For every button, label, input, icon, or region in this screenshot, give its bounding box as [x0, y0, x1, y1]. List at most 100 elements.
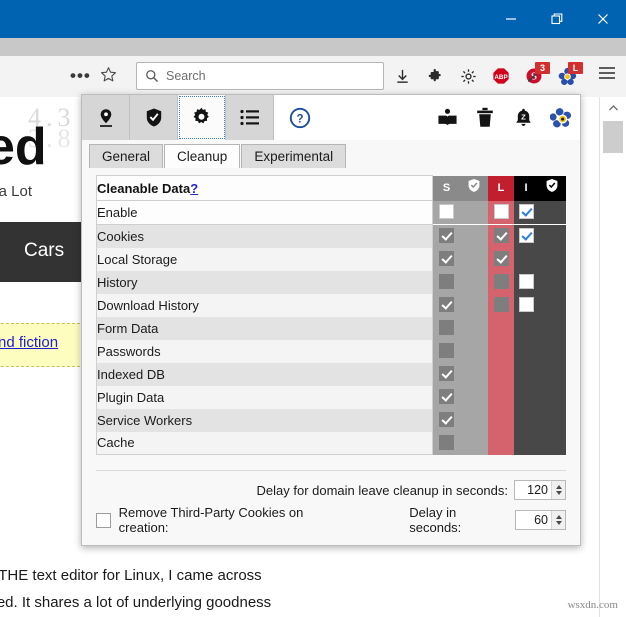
- cell-s-shield[interactable]: [460, 340, 488, 363]
- checkbox[interactable]: [494, 228, 509, 243]
- trash-can-icon[interactable]: [474, 107, 496, 128]
- cell-s[interactable]: [433, 294, 461, 317]
- cell-s-shield[interactable]: [460, 386, 488, 409]
- cell-l[interactable]: [488, 432, 514, 455]
- search-input[interactable]: Search: [166, 69, 206, 83]
- cell-s[interactable]: [433, 224, 461, 248]
- scrollbar-thumb[interactable]: [603, 121, 623, 153]
- checkbox[interactable]: [439, 274, 454, 289]
- cell-s-shield[interactable]: [460, 409, 488, 432]
- bell-snooze-icon[interactable]: Z: [512, 107, 534, 128]
- column-header-l[interactable]: L: [488, 176, 514, 201]
- cell-s-shield[interactable]: [460, 432, 488, 455]
- cell-s-shield[interactable]: [460, 317, 488, 340]
- domain-delay-value[interactable]: 120: [515, 483, 551, 497]
- downloads-icon[interactable]: [392, 65, 412, 87]
- cell-i-shield[interactable]: [538, 409, 566, 432]
- cell-l[interactable]: [488, 409, 514, 432]
- column-header-i[interactable]: I: [514, 176, 538, 201]
- checkbox[interactable]: [439, 389, 454, 404]
- checkbox[interactable]: [439, 228, 454, 243]
- cell-l[interactable]: [488, 248, 514, 271]
- page-actions-overflow-icon[interactable]: •••: [70, 66, 91, 86]
- scroll-up-arrow-icon[interactable]: [600, 97, 626, 119]
- page-note-link[interactable]: nd fiction: [0, 334, 58, 351]
- checkbox[interactable]: [519, 297, 534, 312]
- cell-s[interactable]: [433, 201, 461, 225]
- cell-l[interactable]: [488, 271, 514, 294]
- cell-s-shield[interactable]: [460, 294, 488, 317]
- cell-i-shield[interactable]: [538, 432, 566, 455]
- checkbox[interactable]: [494, 297, 509, 312]
- reading-list-book-icon[interactable]: [436, 108, 458, 128]
- checkbox[interactable]: [494, 204, 509, 219]
- checkbox[interactable]: [494, 251, 509, 266]
- cell-s[interactable]: [433, 248, 461, 271]
- cell-l[interactable]: [488, 317, 514, 340]
- cell-l[interactable]: [488, 340, 514, 363]
- checkbox[interactable]: [494, 274, 509, 289]
- cell-s[interactable]: [433, 271, 461, 294]
- cookie-autodelete-flower-icon[interactable]: L: [557, 65, 577, 87]
- scriptsafe-icon[interactable]: S 3: [524, 65, 544, 87]
- checkbox[interactable]: [439, 366, 454, 381]
- page-nav-item-cars[interactable]: Cars: [24, 240, 64, 262]
- cell-i[interactable]: [514, 317, 538, 340]
- extensions-puzzle-icon[interactable]: [425, 65, 445, 87]
- delay-value[interactable]: 60: [516, 513, 551, 527]
- cell-l[interactable]: [488, 386, 514, 409]
- close-button[interactable]: [580, 0, 626, 38]
- page-scrollbar[interactable]: [599, 97, 626, 617]
- search-bar[interactable]: Search: [136, 62, 384, 90]
- third-party-cookies-checkbox[interactable]: [96, 513, 111, 528]
- cell-s-shield[interactable]: [460, 224, 488, 248]
- cell-i[interactable]: [514, 340, 538, 363]
- cell-i-shield[interactable]: [538, 386, 566, 409]
- tab-general[interactable]: General: [89, 144, 163, 168]
- cell-l[interactable]: [488, 224, 514, 248]
- cell-i[interactable]: [514, 363, 538, 386]
- column-header-i-shield[interactable]: [538, 176, 566, 201]
- cell-i[interactable]: [514, 271, 538, 294]
- checkbox[interactable]: [439, 320, 454, 335]
- minimize-button[interactable]: [488, 0, 534, 38]
- delay-stepper[interactable]: 60: [515, 510, 566, 530]
- checkbox[interactable]: [519, 228, 534, 243]
- cell-s-shield[interactable]: [460, 271, 488, 294]
- settings-gear-icon[interactable]: [458, 65, 478, 87]
- cell-s-shield[interactable]: [460, 248, 488, 271]
- cell-i[interactable]: [514, 409, 538, 432]
- checkbox[interactable]: [439, 343, 454, 358]
- cell-s-shield[interactable]: [460, 363, 488, 386]
- column-header-s-shield[interactable]: [460, 176, 488, 201]
- popup-tab-list[interactable]: [226, 95, 274, 140]
- cell-i-shield[interactable]: [538, 340, 566, 363]
- checkbox[interactable]: [519, 204, 534, 219]
- domain-delay-stepper[interactable]: 120: [514, 480, 566, 500]
- chevron-up-icon[interactable]: [556, 485, 562, 489]
- checkbox[interactable]: [439, 251, 454, 266]
- popup-tab-shield[interactable]: [130, 95, 178, 140]
- cell-i-shield[interactable]: [538, 363, 566, 386]
- cell-i-shield[interactable]: [538, 271, 566, 294]
- cell-i-shield[interactable]: [538, 224, 566, 248]
- restore-button[interactable]: [534, 0, 580, 38]
- checkbox[interactable]: [439, 435, 454, 450]
- cell-i[interactable]: [514, 432, 538, 455]
- adblock-plus-icon[interactable]: ABP: [491, 65, 511, 87]
- cell-s[interactable]: [433, 317, 461, 340]
- chevron-up-icon[interactable]: [556, 515, 562, 519]
- domain-delay-arrows[interactable]: [551, 481, 565, 499]
- cell-s[interactable]: [433, 340, 461, 363]
- checkbox[interactable]: [439, 204, 454, 219]
- checkbox[interactable]: [439, 412, 454, 427]
- cell-s[interactable]: [433, 363, 461, 386]
- cell-l[interactable]: [488, 201, 514, 225]
- tab-cleanup[interactable]: Cleanup: [164, 144, 240, 168]
- chevron-down-icon[interactable]: [556, 521, 562, 525]
- column-header-s[interactable]: S: [433, 176, 461, 201]
- cell-i[interactable]: [514, 386, 538, 409]
- tab-experimental[interactable]: Experimental: [241, 144, 346, 168]
- checkbox[interactable]: [519, 274, 534, 289]
- cell-i-shield[interactable]: [538, 201, 566, 225]
